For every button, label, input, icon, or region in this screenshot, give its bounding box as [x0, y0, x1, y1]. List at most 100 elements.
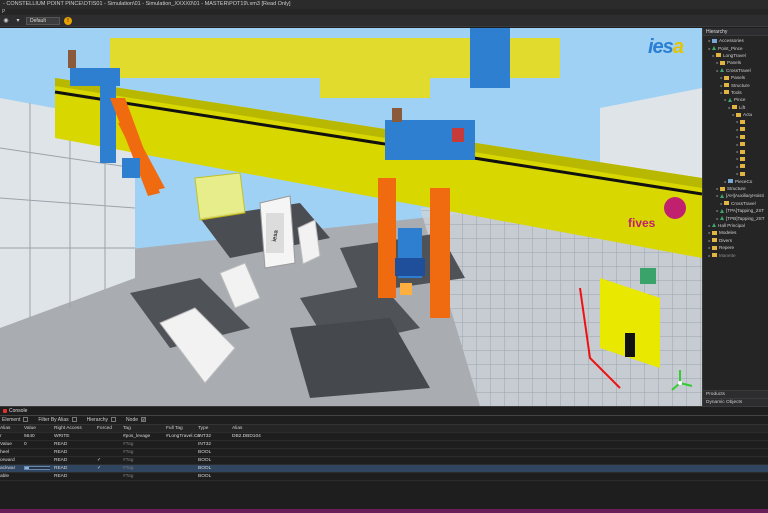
tree-item[interactable]: ▸ [703, 170, 768, 177]
table-row[interactable]: r 5640 WRITE #pos_levage #LongTravel.Cn INT32… [0, 433, 768, 441]
tree-item[interactable]: ▸ Modeles [703, 229, 768, 236]
dynamic-objects-panel[interactable]: Dynamic Objects [703, 398, 768, 406]
tree-item-label: Tools [731, 89, 742, 95]
filter-element[interactable]: Element [2, 417, 29, 423]
tree-item[interactable]: ▸ Accessories [703, 37, 768, 44]
col-type[interactable]: Type [198, 425, 226, 433]
table-row[interactable]: able READ #Tag BOOL [0, 473, 768, 481]
table-cell: READ [54, 450, 68, 455]
tree-item-label: Lift [739, 104, 746, 110]
col-alias[interactable]: Alias [0, 425, 22, 433]
col-full-tag[interactable]: Full Tag [166, 425, 202, 433]
table-cell: #Tag [123, 450, 134, 455]
tree-item[interactable]: ▸ [TPA]Tapping_2ST [703, 207, 768, 214]
tree-item[interactable]: ▸ CrossTravel [703, 200, 768, 207]
folder-icon [716, 53, 721, 58]
tree-item[interactable]: ▸ CrossTravel [703, 67, 768, 74]
tree-item[interactable]: ▸ Structure [703, 81, 768, 88]
chevron-down-icon[interactable]: ▾ [14, 17, 22, 25]
tri-icon [712, 223, 716, 228]
tree-item-label: Panels [731, 75, 746, 81]
table-cell: ackwar [0, 466, 16, 471]
tri-icon [728, 97, 732, 102]
filter-node[interactable]: Node ✓ [126, 417, 146, 423]
col-forced[interactable]: Forced [97, 425, 119, 433]
folder-icon [724, 75, 729, 80]
col-tag[interactable]: Tag [123, 425, 161, 433]
eye-icon[interactable]: ◉ [2, 17, 10, 25]
folder-icon [740, 164, 745, 169]
tree-item-label: Actu [743, 112, 753, 118]
filter-node-checkbox[interactable]: ✓ [141, 417, 146, 423]
tab-console[interactable]: Console [3, 408, 27, 414]
folder-icon [740, 134, 745, 139]
tree-item[interactable]: ▸ Repere [703, 244, 768, 251]
tree-item[interactable]: ▸ Point_Pince [703, 44, 768, 51]
tree-item[interactable]: ▸ Lift [703, 104, 768, 111]
scene-render [0, 28, 702, 406]
tree-item[interactable]: ▸ PieceCo [703, 177, 768, 184]
tree-item-label: CrossTravel [726, 67, 751, 73]
tree-item[interactable]: ▸ LongTravel [703, 52, 768, 59]
hierarchy-tree: ▸ Accessories ▸ Point_Pince ▸ LongTravel ▸ Pane… [703, 36, 768, 259]
filter-by-alias-checkbox[interactable] [71, 417, 77, 423]
tree-item[interactable]: ▸ Panels [703, 59, 768, 66]
tree-item[interactable]: ▸ [703, 155, 768, 162]
table-cell: WRITE [54, 434, 70, 439]
table-cell: BOOL [198, 466, 212, 471]
tree-item-label: [TPB]Tapping_2ST [726, 215, 765, 221]
tree-item[interactable]: ▸ Manette [703, 251, 768, 258]
tree-item[interactable]: ▸ [AH]AuxiliaryHoisti [703, 192, 768, 199]
tree-item[interactable]: ▸ Hall Principal [703, 222, 768, 229]
warning-icon[interactable]: ! [64, 16, 72, 25]
filter-hierarchy-label: Hierarchy [86, 417, 109, 423]
filter-bar: Element Filter By Alias Hierarchy Node ✓ [0, 416, 768, 425]
table-row[interactable]: Value 0 READ #Tag INT32 [0, 441, 768, 449]
tree-item[interactable]: ▸ Divers [703, 237, 768, 244]
folder-icon [740, 119, 745, 124]
filter-hierarchy[interactable]: Hierarchy [86, 417, 117, 423]
folder-icon [724, 83, 729, 88]
folder-icon [720, 186, 725, 191]
tri-icon [720, 68, 724, 73]
3d-viewport[interactable]: iesa fives iesa [0, 28, 702, 406]
tree-item[interactable]: ▸ [703, 133, 768, 140]
table-cell: READ [54, 458, 68, 463]
tree-item[interactable]: ▸ [703, 126, 768, 133]
folder-icon [712, 238, 717, 243]
tri-icon [720, 193, 724, 198]
tree-item-label: Structure [731, 82, 750, 88]
tree-item[interactable]: ▸ [703, 163, 768, 170]
filter-by-alias[interactable]: Filter By Alias [38, 417, 77, 423]
table-row[interactable]: heel READ #Tag BOOL [0, 449, 768, 457]
tree-item[interactable]: ▸ Structure [703, 185, 768, 192]
tree-item[interactable]: ▸ [703, 148, 768, 155]
table-cell: BOOL [198, 474, 212, 479]
tri-icon [720, 216, 724, 221]
table-cell: READ [54, 474, 68, 479]
tree-item[interactable]: ▸ [703, 118, 768, 125]
col-alias-2[interactable]: Alias [232, 425, 272, 433]
products-panel[interactable]: Products [703, 390, 768, 398]
tree-item-label: Manette [719, 252, 736, 258]
filter-element-checkbox[interactable] [23, 417, 29, 423]
col-value[interactable]: Value [24, 425, 50, 433]
tree-item[interactable]: ▸ Pince [703, 96, 768, 103]
table-row[interactable]: orward READ ✓ #Tag BOOL [0, 457, 768, 465]
filter-hierarchy-checkbox[interactable] [111, 417, 117, 423]
table-cell [24, 465, 50, 473]
table-row[interactable]: ackwar READ ✓ #Tag BOOL [0, 465, 768, 473]
tree-item-label: Structure [727, 186, 746, 191]
tree-item[interactable]: ▸ [703, 140, 768, 147]
tree-item[interactable]: ▸ Tools [703, 89, 768, 96]
cube-icon [712, 38, 717, 43]
view-mode-select[interactable]: Default [26, 16, 60, 25]
table-cell: able [0, 474, 10, 479]
tree-item[interactable]: ▸ [TPB]Tapping_2ST [703, 214, 768, 221]
col-right-access[interactable]: Right Access [54, 425, 94, 433]
tree-item-label: CrossTravel [731, 200, 756, 206]
tree-item[interactable]: ▸ Actu [703, 111, 768, 118]
value-slider[interactable] [24, 465, 50, 470]
tree-item[interactable]: ▸ Panels [703, 74, 768, 81]
table-cell: #Tag [123, 458, 134, 463]
